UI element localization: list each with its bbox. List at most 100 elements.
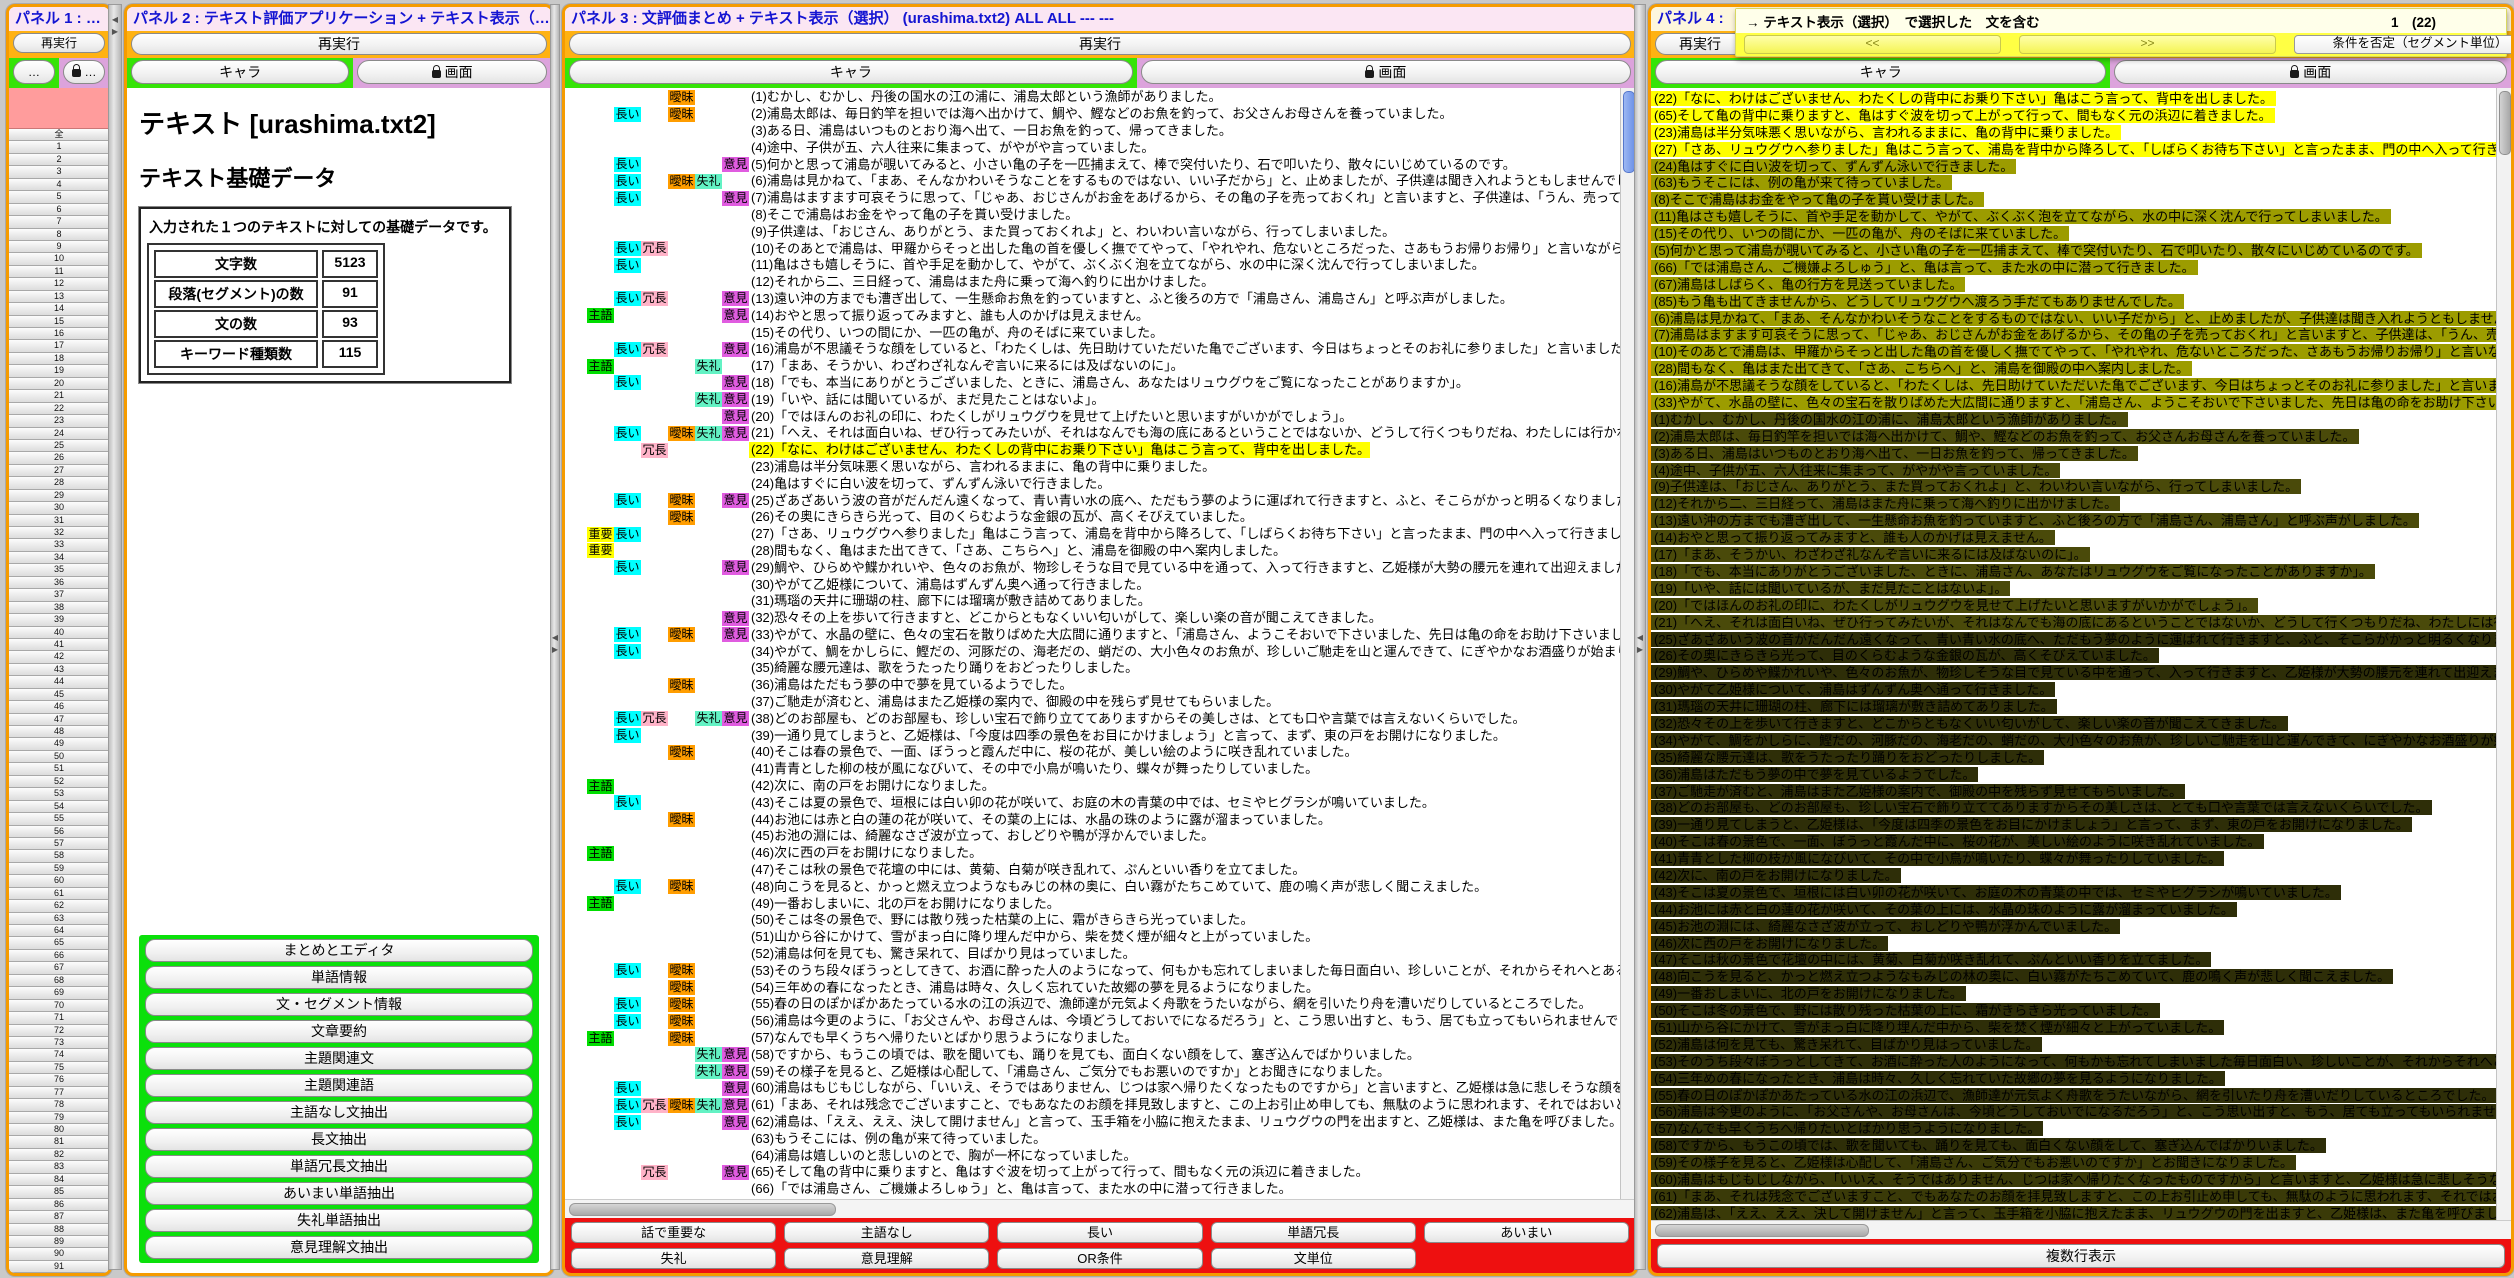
segment-row[interactable]: 2 [9,154,109,166]
sentence-line[interactable]: 長い冗長失礼意見(38)どのお部屋も、どのお部屋も、珍しい宝石で飾り立ててありま… [565,710,1621,727]
sentence-line[interactable]: (47)そこは秋の景色で花壇の中には、黄菊、白菊が咲き乱れて、ぷんといい香りを立… [565,862,1621,879]
sentence-line[interactable]: (41)青青とした柳の枝が風になびいて、その中で小鳥が鳴いたり、蝶々が舞ったりし… [565,761,1621,778]
sentence-text[interactable]: (65)そして亀の背中に乗りますと、亀はすぐ波を切って上がって行って、間もなく元… [749,1164,1369,1180]
relevance-sentence-text[interactable]: (19)「いや、話には聞いているが、まだ見たことはないよ」。 [1651,581,2010,596]
scrollbar-thumb[interactable] [569,1203,836,1216]
segment-row[interactable]: 75 [9,1062,109,1074]
relevance-row[interactable]: (11)亀はさも嬉しそうに、首や手足を動かして、やがて、ぶくぶく泡を立てながら、… [1651,208,2497,225]
relevance-sentence-text[interactable]: (32)恐々その上を歩いて行きますと、どこからともなくいい匂いがして、楽しい楽の… [1651,716,2288,731]
sentence-line[interactable]: 重要長い(27)「さあ、リュウグウへ参りました」亀はこう言って、浦島を背中から降… [565,526,1621,543]
relevance-row[interactable]: (3)ある日、浦島はいつものとおり海へ出て、一日お魚を釣って、帰ってきました。 [1651,445,2497,462]
segment-row[interactable]: 77 [9,1087,109,1099]
relevance-row[interactable]: (54)三年めの春になったとき、浦島は時々、久しく忘れていた故郷の夢を見るように… [1651,1070,2497,1087]
sentence-line[interactable]: 意見(32)恐々その上を歩いて行きますと、どこからともなくいい匂いがして、楽しい… [565,610,1621,627]
segment-row[interactable]: 45 [9,689,109,701]
relevance-sentence-text[interactable]: (25)ざあざあいう波の音がだんだん遠くなって、青い青い水の底へ、ただもう夢のよ… [1651,632,2497,647]
analysis-button[interactable]: まとめとエディタ [145,939,533,962]
relevance-row[interactable]: (50)そこは冬の景色で、野には散り残った枯葉の上に、霜がきらきら光っていました… [1651,1002,2497,1019]
sentence-line[interactable]: (37)ご馳走が済むと、浦島はまた乙姫様の案内で、御殿の中を残らず見せてもらいま… [565,694,1621,711]
sentence-line[interactable]: (31)瑪瑙の天井に珊瑚の柱、廊下には瑠璃が敷き詰めてありました。 [565,593,1621,610]
sentence-text[interactable]: (7)浦島はますます可哀そうに思って、「じゃあ、おじさんがお金をあげるから、その… [749,190,1621,206]
relevance-sentence-text[interactable]: (26)その奥にきらきら光って、目のくらむような金銀の瓦が、高くそびえていました… [1651,648,2159,663]
relevance-row[interactable]: (58)ですから、もうこの頃では、歌を聞いても、踊りを見ても、面白くない顔をして… [1651,1137,2497,1154]
relevance-sentence-text[interactable]: (18)「でも、本当にありがとうございました、ときに、浦島さん、あなたはリュウグ… [1651,564,2375,579]
relevance-sentence-text[interactable]: (24)亀はすぐに白い波を切って、ずんずん泳いで行きました。 [1651,159,2016,174]
segment-row[interactable]: 52 [9,776,109,788]
relevance-row[interactable]: (44)お池には赤と白の蓮の花が咲いて、その葉の上には、水晶の珠のように露が溜ま… [1651,901,2497,918]
relevance-sentence-text[interactable]: (55)春の日のぽかぽかあたっている水の江の浜辺で、漁師達が元気よく舟歌をうたい… [1651,1088,2497,1103]
sentence-text[interactable]: (16)浦島が不思議そうな顔をしていると、「わたくしは、先日助けていただいた亀で… [749,341,1621,357]
segment-row[interactable]: 18 [9,353,109,365]
relevance-sentence-text[interactable]: (21)「へえ、それは面白いね、ぜひ行ってみたいが、それはなんでも海の底にあると… [1651,615,2497,630]
relevance-row[interactable]: (37)ご馳走が済むと、浦島はまた乙姫様の案内で、御殿の中を残らず見せてもらいま… [1651,783,2497,800]
segment-row[interactable]: 23 [9,415,109,427]
sentence-text[interactable]: (1)むかし、むかし、丹後の国水の江の浦に、浦島太郎という漁師がありました。 [749,89,1222,105]
relevance-row[interactable]: (32)恐々その上を歩いて行きますと、どこからともなくいい匂いがして、楽しい楽の… [1651,715,2497,732]
sentence-line[interactable]: 冗長(22)「なに、わけはございません、わたくしの背中にお乗り下さい」亀はこう言… [565,442,1621,459]
segment-row[interactable]: 19 [9,365,109,377]
segment-row[interactable]: 16 [9,328,109,340]
relevance-row[interactable]: (23)浦島は半分気味悪く思いながら、言われるままに、亀の背中に乗りました。 [1651,124,2497,141]
segment-row[interactable]: 58 [9,850,109,862]
segment-row[interactable]: 42 [9,651,109,663]
sentence-line[interactable]: 曖昧(26)その奥にきらきら光って、目のくらむような金銀の瓦が、高くそびえていま… [565,509,1621,526]
sentence-text[interactable]: (51)山から谷にかけて、雪がまっ白に降り埋んだ中から、柴を焚く煙が細々と上がっ… [749,929,1318,945]
segment-row[interactable]: 25 [9,440,109,452]
sentence-line[interactable]: 主語(49)一番おしまいに、北の戸をお開けになりました。 [565,895,1621,912]
sentence-line[interactable]: (50)そこは冬の景色で、野には散り残った枯葉の上に、霜がきらきら光っていました… [565,912,1621,929]
sentence-line[interactable]: 失礼意見(58)ですから、もうこの頃では、歌を聞いても、踊りを見ても、面白くない… [565,1046,1621,1063]
sentence-text[interactable]: (49)一番おしまいに、北の戸をお開けになりました。 [749,896,1060,912]
analysis-button[interactable]: 主題関連文 [145,1047,533,1070]
segment-row[interactable]: 22 [9,403,109,415]
segment-row[interactable]: 81 [9,1136,109,1148]
relevance-sentence-text[interactable]: (67)浦島はしばらく、亀の行方を見送っていました。 [1651,277,1965,292]
sentence-text[interactable]: (23)浦島は半分気味悪く思いながら、言われるままに、亀の背中に乗りました。 [749,459,1215,475]
sentence-text[interactable]: (5)何かと思って浦島が覗いてみると、小さい亀の子を一匹捕まえて、棒で突付いたり… [749,157,1516,173]
relevance-sentence-text[interactable]: (30)やがて乙姫様について、浦島はずんずん奥へ通って行きました。 [1651,682,2055,697]
sentence-line[interactable]: 長い意見(18)「でも、本当にありがとうございました、ときに、浦島さん、あなたは… [565,375,1621,392]
sentence-text[interactable]: (62)浦島は、「ええ、ええ、決して開けません」と言って、玉手箱を小脇に抱えたま… [749,1114,1621,1130]
relevance-sentence-text[interactable]: (15)その代り、いつの間にか、一匹の亀が、舟のそばに来ていました。 [1651,226,2069,241]
sentence-line[interactable]: (12)それから二、三日経って、浦島はまた舟に乗って海へ釣りに出かけました。 [565,274,1621,291]
sentence-line[interactable]: 長い意見(60)浦島はもじもじしながら、「いいえ、そうではありません、じつは家へ… [565,1080,1621,1097]
relevance-sentence-text[interactable]: (51)山から谷にかけて、雪がまっ白に降り埋んだ中から、柴を焚く煙が細々と上がっ… [1651,1020,2224,1035]
segment-row[interactable]: 24 [9,428,109,440]
segment-row[interactable]: 88 [9,1224,109,1236]
pane-divider-1[interactable]: ◀ ▶ [108,4,122,1270]
sentence-text[interactable]: (55)春の日のぽかぽかあたっている水の江の浜辺で、漁師達が元気よく舟歌をうたい… [749,996,1592,1012]
sentence-text[interactable]: (30)やがて乙姫様について、浦島はずんずん奥へ通って行きました。 [749,577,1149,593]
relevance-row[interactable]: (24)亀はすぐに白い波を切って、ずんずん泳いで行きました。 [1651,158,2497,175]
relevance-sentence-text[interactable]: (7)浦島はますます可哀そうに思って、「じゃあ、おじさんがお金をあげるから、その… [1651,327,2497,342]
sentence-text[interactable]: (59)その様子を見ると、乙姫様は心配して、「浦島さん、ご気分でもお悪いのですか… [749,1064,1390,1080]
relevance-row[interactable]: (51)山から谷にかけて、雪がまっ白に降り埋んだ中から、柴を焚く煙が細々と上がっ… [1651,1019,2497,1036]
vertical-scrollbar[interactable] [1620,88,1635,1199]
rerun-button[interactable]: 再実行 [131,33,547,55]
sentence-text[interactable]: (24)亀はすぐに白い波を切って、ずんずん泳いで行きました。 [749,476,1110,492]
sentence-line[interactable]: (15)その代り、いつの間にか、一匹の亀が、舟のそばに来ていました。 [565,324,1621,341]
sentence-text[interactable]: (17)「まあ、そうかい、わざわざ礼なんぞ言いに来るには及ばないのに」。 [749,358,1184,374]
relevance-sentence-text[interactable]: (41)青青とした柳の枝が風になびいて、その中で小鳥が鳴いたり、蝶々が舞ったりし… [1651,851,2224,866]
sentence-line[interactable]: (23)浦島は半分気味悪く思いながら、言われるままに、亀の背中に乗りました。 [565,459,1621,476]
sentence-line[interactable]: 主語失礼(17)「まあ、そうかい、わざわざ礼なんぞ言いに来るには及ばないのに」。 [565,358,1621,375]
sentence-line[interactable]: 意見(20)「ではほんのお礼の印に、わたくしがリュウグウを見せて上げたいと思いま… [565,408,1621,425]
sentence-line[interactable]: (30)やがて乙姫様について、浦島はずんずん奥へ通って行きました。 [565,576,1621,593]
sentence-text[interactable]: (10)そのあとで浦島は、甲羅からそっと出した亀の首を優しく撫でてやって、「やれ… [749,241,1621,257]
segment-row[interactable]: 62 [9,900,109,912]
relevance-row[interactable]: (2)浦島太郎は、毎日釣竿を担いでは海へ出かけて、鯛や、鰹などのお魚を釣って、お… [1651,428,2497,445]
next-match-button[interactable]: >> [2019,35,2276,54]
segment-row[interactable]: 49 [9,738,109,750]
segment-row[interactable]: 6 [9,204,109,216]
sentence-text[interactable]: (33)やがて、水晶の壁に、色々の宝石を散りばめた大広間に通りますと、「浦島さん… [749,627,1621,643]
sentence-text[interactable]: (63)もうそこには、例の亀が来て待っていました。 [749,1131,1046,1147]
analysis-button[interactable]: 長文抽出 [145,1128,533,1151]
rerun-button[interactable]: 再実行 [1655,33,1745,55]
sentence-text[interactable]: (66)「では浦島さん、ご機嫌よろしゅう」と、亀は言って、また水の中に潜って行き… [749,1181,1292,1197]
relevance-sentence-text[interactable]: (62)浦島は、「ええ、ええ、決して開けません」と言って、玉手箱を小脇に抱えたま… [1651,1206,2497,1220]
sentence-text[interactable]: (19)「いや、話には聞いているが、まだ見たことはないよ」。 [749,392,1104,408]
segment-row[interactable]: 39 [9,614,109,626]
relevance-sentence-text[interactable]: (40)そこは春の景色で、一面、ぼうっと霞んだ中に、桜の花が、美しい絵のように咲… [1651,834,2264,849]
segment-row[interactable]: 68 [9,975,109,987]
segment-row[interactable]: 20 [9,378,109,390]
relevance-row[interactable]: (13)遠い沖の方までも漕ぎ出して、一生懸命お魚を釣っていますと、ふと後ろの方で… [1651,512,2497,529]
segment-row[interactable]: 76 [9,1074,109,1086]
